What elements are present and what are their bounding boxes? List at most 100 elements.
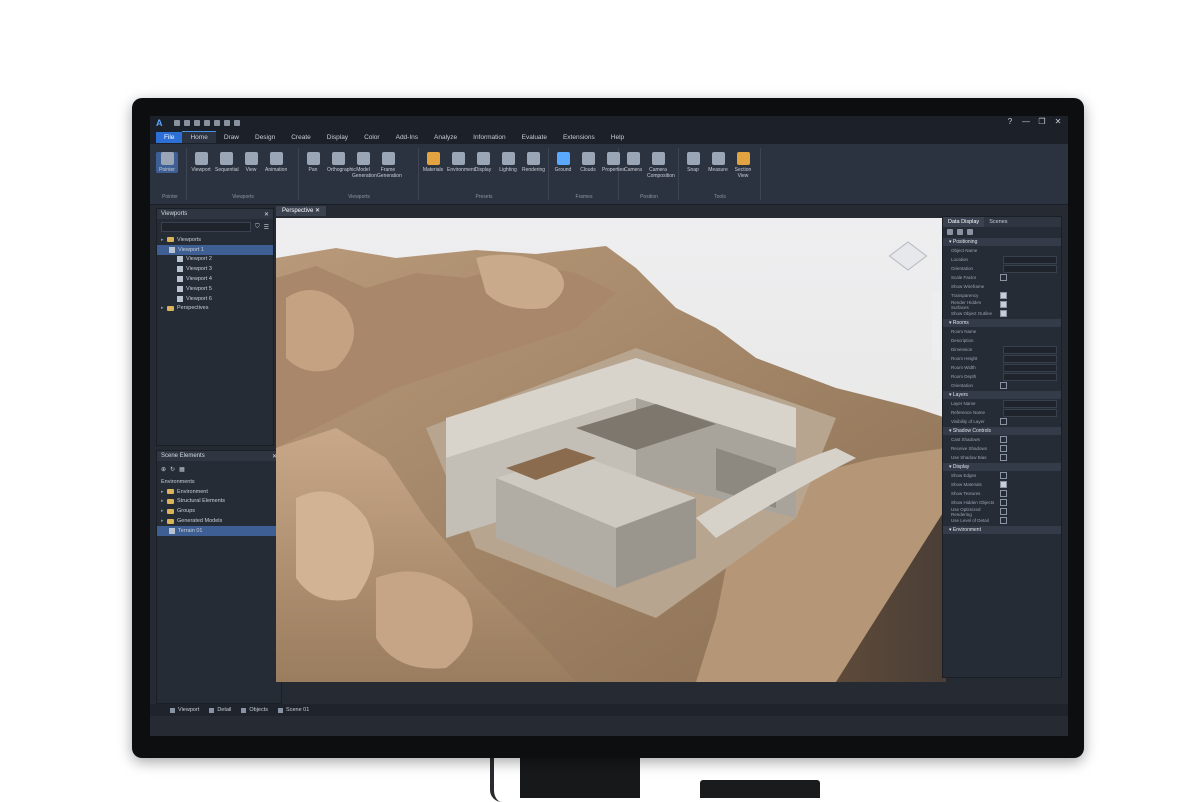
property-checkbox[interactable]: [1000, 499, 1007, 506]
property-checkbox[interactable]: [1000, 454, 1007, 461]
property-value-field[interactable]: [1003, 399, 1057, 408]
property-checkbox[interactable]: [1000, 418, 1007, 425]
ribbon-button-materials[interactable]: Materials: [422, 152, 444, 173]
menu-tab-file[interactable]: File: [156, 131, 183, 143]
filter-icon[interactable]: [957, 229, 963, 235]
ribbon-button-pan[interactable]: Pan: [302, 152, 324, 173]
property-checkbox[interactable]: [1000, 508, 1007, 515]
property-checkbox[interactable]: [1000, 436, 1007, 443]
properties-section-header[interactable]: ▾ Positioning: [943, 238, 1061, 246]
property-checkbox[interactable]: [1000, 274, 1007, 281]
sort-icon[interactable]: [947, 229, 953, 235]
ribbon-button-view[interactable]: View: [240, 152, 262, 173]
ribbon-button-camera-composition[interactable]: Camera Composition: [647, 152, 675, 179]
menu-tab-design[interactable]: Design: [247, 132, 283, 143]
ribbon-button-sequential[interactable]: Sequential: [215, 152, 239, 173]
tree-item[interactable]: Viewport 4: [157, 274, 273, 284]
property-checkbox[interactable]: [1000, 490, 1007, 497]
property-checkbox[interactable]: [1000, 310, 1007, 317]
ribbon-button-model-generation[interactable]: Model Generation: [352, 152, 377, 179]
status-item[interactable]: Objects: [241, 707, 268, 713]
status-item[interactable]: Viewport: [170, 707, 199, 713]
menu-tab-evaluate[interactable]: Evaluate: [514, 132, 555, 143]
tree-item[interactable]: ▸ Viewports: [157, 235, 273, 245]
tree-item[interactable]: ▸ Structural Elements: [157, 497, 281, 507]
property-value-field[interactable]: [1003, 354, 1057, 363]
tree-item[interactable]: Viewport 1: [157, 244, 273, 255]
property-value-field[interactable]: [1003, 264, 1057, 273]
tree-item[interactable]: Viewport 6: [157, 294, 273, 304]
refresh-icon[interactable]: ↻: [170, 466, 175, 473]
ribbon-button-rendering[interactable]: Rendering: [522, 152, 545, 173]
ribbon-button-snap[interactable]: Snap: [682, 152, 704, 173]
properties-section-header[interactable]: ▾ Display: [943, 463, 1061, 471]
settings-icon[interactable]: [234, 120, 240, 126]
ribbon-button-lighting[interactable]: Lighting: [497, 152, 519, 173]
property-checkbox[interactable]: [1000, 445, 1007, 452]
window-control-button[interactable]: ?: [1006, 118, 1014, 126]
property-checkbox[interactable]: [1000, 292, 1007, 299]
properties-section-header[interactable]: ▾ Environment: [943, 526, 1061, 534]
status-item[interactable]: Detail: [209, 707, 231, 713]
ribbon-button-ground[interactable]: Ground: [552, 152, 574, 173]
property-checkbox[interactable]: [1000, 472, 1007, 479]
ribbon-button-clouds[interactable]: Clouds: [577, 152, 599, 173]
ribbon-button-section-view[interactable]: Section View: [732, 152, 754, 179]
ribbon-button-measure[interactable]: Measure: [707, 152, 729, 173]
navigation-bar[interactable]: [932, 290, 940, 360]
grid-icon[interactable]: ▦: [179, 466, 185, 473]
property-value-field[interactable]: [1003, 255, 1057, 264]
tree-item[interactable]: Environments: [157, 477, 281, 487]
menu-tab-draw[interactable]: Draw: [216, 132, 247, 143]
tree-item[interactable]: ▸ Generated Models: [157, 516, 281, 526]
properties-section-header[interactable]: ▾ Rooms: [943, 319, 1061, 327]
menu-tab-add-ins[interactable]: Add-Ins: [388, 132, 426, 143]
filter-icon[interactable]: ⛉: [255, 224, 260, 231]
properties-section-header[interactable]: ▾ Layers: [943, 391, 1061, 399]
window-control-button[interactable]: ✕: [1054, 118, 1062, 126]
tree-item[interactable]: ▸ Groups: [157, 506, 281, 516]
3d-viewport[interactable]: [276, 218, 946, 682]
tree-item[interactable]: Terrain 01: [157, 525, 281, 536]
menu-tab-home[interactable]: Home: [182, 131, 216, 143]
property-checkbox[interactable]: [1000, 481, 1007, 488]
menu-tab-display[interactable]: Display: [319, 132, 356, 143]
property-value-field[interactable]: [1003, 345, 1057, 354]
settings-icon[interactable]: [967, 229, 973, 235]
property-checkbox[interactable]: [1000, 517, 1007, 524]
window-control-button[interactable]: —: [1022, 118, 1030, 126]
new-file-icon[interactable]: [174, 120, 180, 126]
window-control-button[interactable]: ❐: [1038, 118, 1046, 126]
property-checkbox[interactable]: [1000, 301, 1007, 308]
menu-tab-color[interactable]: Color: [356, 132, 388, 143]
property-checkbox[interactable]: [1000, 382, 1007, 389]
property-value-field[interactable]: [1003, 408, 1057, 417]
ribbon-button-orthographic[interactable]: Orthographic: [327, 152, 356, 173]
menu-tab-analyze[interactable]: Analyze: [426, 132, 465, 143]
ribbon-button-camera[interactable]: Camera: [622, 152, 644, 173]
menu-tab-help[interactable]: Help: [603, 132, 632, 143]
status-item[interactable]: Scene 01: [278, 707, 309, 713]
ribbon-button-frame-generation[interactable]: Frame Generation: [377, 152, 402, 179]
ribbon-button-pointer[interactable]: Pointer: [156, 152, 178, 173]
tree-item[interactable]: Viewport 2: [157, 255, 273, 265]
ribbon-button-display[interactable]: Display: [472, 152, 494, 173]
ribbon-button-viewport[interactable]: Viewport: [190, 152, 212, 173]
property-value-field[interactable]: [1003, 372, 1057, 381]
menu-tab-extensions[interactable]: Extensions: [555, 132, 603, 143]
open-folder-icon[interactable]: [184, 120, 190, 126]
print-icon[interactable]: [204, 120, 210, 126]
tab-perspective[interactable]: Perspective ✕: [276, 206, 327, 216]
properties-tab[interactable]: Data Display: [943, 217, 985, 227]
close-icon[interactable]: ✕: [264, 211, 269, 218]
redo-icon[interactable]: [224, 120, 230, 126]
ribbon-button-animation[interactable]: Animation: [265, 152, 287, 173]
ribbon-button-environment[interactable]: Environment: [447, 152, 475, 173]
save-icon[interactable]: [194, 120, 200, 126]
list-icon[interactable]: ☰: [264, 224, 269, 231]
properties-tab[interactable]: Scenes: [984, 217, 1012, 227]
menu-tab-create[interactable]: Create: [283, 132, 319, 143]
property-value-field[interactable]: [1003, 363, 1057, 372]
tree-item[interactable]: Viewport 3: [157, 264, 273, 274]
add-icon[interactable]: ⊕: [161, 466, 166, 473]
